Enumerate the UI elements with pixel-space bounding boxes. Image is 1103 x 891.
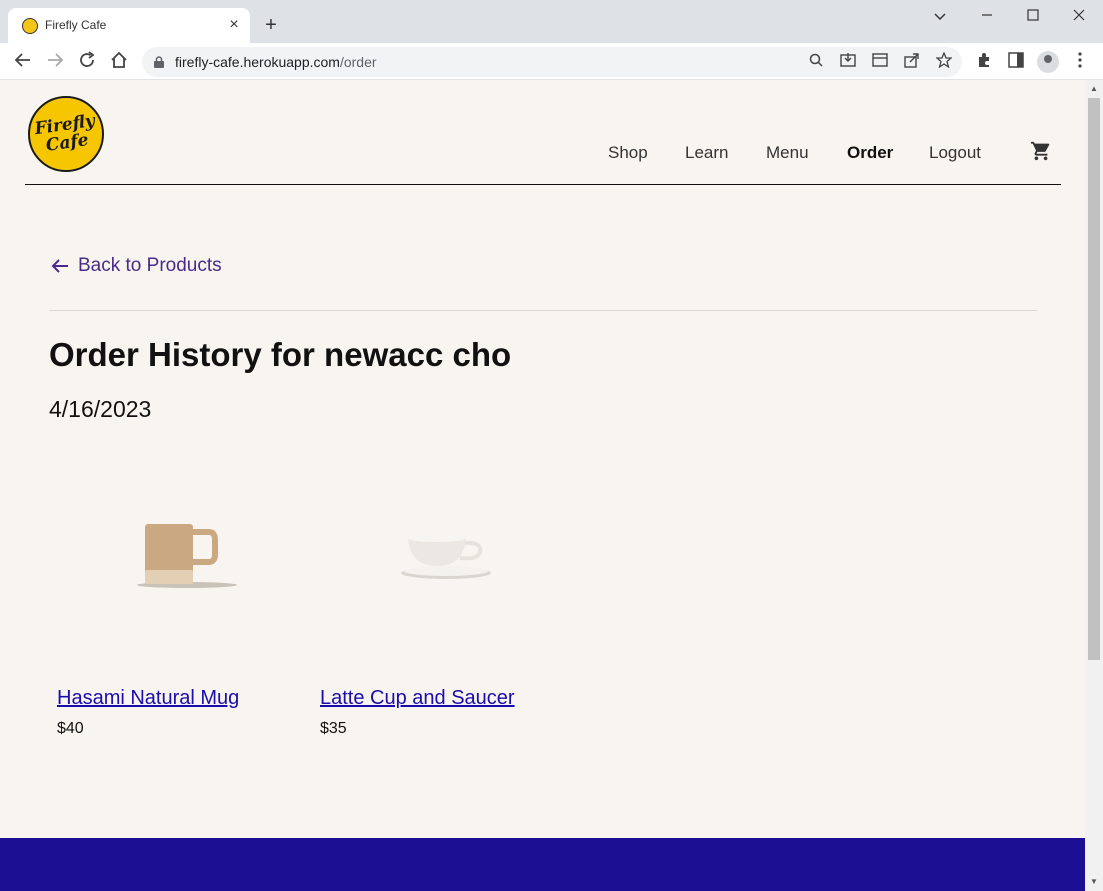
close-icon[interactable] [1064,6,1094,26]
favicon-icon [22,18,38,34]
scroll-up-arrow-icon[interactable]: ▲ [1089,84,1099,94]
page-title: Order History for newacc cho [49,336,512,373]
header-divider [25,184,1061,185]
tab-strip: Firefly Cafe × + [0,0,1103,43]
nav-shop[interactable]: Shop [608,143,648,163]
install-icon[interactable] [838,52,858,72]
product-price: $40 [57,720,84,737]
product-card: Hasami Natural Mug $40 [57,470,287,737]
arrow-left-icon [51,259,68,273]
browser-toolbar: firefly-cafe.herokuapp.com/order [0,43,1103,80]
shopping-cart-icon[interactable] [1030,140,1052,162]
product-image-mug[interactable] [57,470,287,640]
card-icon[interactable] [870,52,890,72]
more-menu-icon[interactable] [1070,52,1090,72]
new-tab-button[interactable]: + [260,14,282,36]
tab-close-icon[interactable]: × [224,15,244,35]
lock-icon [154,55,164,68]
page-content: Firefly Cafe Shop Learn Menu Order Logou… [0,80,1085,891]
nav-logout[interactable]: Logout [929,143,981,163]
profile-avatar-icon[interactable] [1037,51,1059,73]
product-image-cup[interactable] [320,470,550,640]
section-divider [49,310,1037,311]
site-footer [0,838,1085,891]
product-card: Latte Cup and Saucer $35 [320,470,550,737]
bookmark-star-icon[interactable] [934,51,954,72]
search-icon[interactable] [806,52,826,72]
logo-text: Firefly Cafe [33,110,97,156]
product-name-link[interactable]: Latte Cup and Saucer [320,687,515,710]
vertical-scrollbar[interactable]: ▲ ▼ [1085,80,1103,891]
home-icon[interactable] [108,51,130,73]
order-date: 4/16/2023 [49,396,152,422]
back-link-label: Back to Products [78,255,222,276]
chevron-down-icon[interactable] [925,6,955,26]
product-name-link[interactable]: Hasami Natural Mug [57,687,239,710]
browser-tab[interactable]: Firefly Cafe × [8,8,250,43]
side-panel-icon[interactable] [1006,52,1026,72]
extensions-icon[interactable] [974,52,994,72]
minimize-icon[interactable] [972,6,1002,26]
back-to-products-link[interactable]: Back to Products [50,255,222,277]
tab-title: Firefly Cafe [45,18,107,32]
scroll-thumb[interactable] [1088,98,1100,660]
forward-icon[interactable] [44,51,66,73]
nav-menu[interactable]: Menu [766,143,809,163]
maximize-icon[interactable] [1018,6,1048,26]
browser-chrome: Firefly Cafe × + firefly-cafe.herokuapp.… [0,0,1103,80]
url-text: firefly-cafe.herokuapp.com/order [175,54,377,70]
share-icon[interactable] [902,52,922,72]
product-price: $35 [320,720,347,737]
address-bar[interactable]: firefly-cafe.herokuapp.com/order [142,47,962,77]
nav-learn[interactable]: Learn [685,143,728,163]
reload-icon[interactable] [76,51,98,73]
scroll-down-arrow-icon[interactable]: ▼ [1089,877,1099,887]
back-icon[interactable] [12,51,34,73]
nav-order[interactable]: Order [847,143,893,163]
firefly-cafe-logo[interactable]: Firefly Cafe [28,96,104,172]
